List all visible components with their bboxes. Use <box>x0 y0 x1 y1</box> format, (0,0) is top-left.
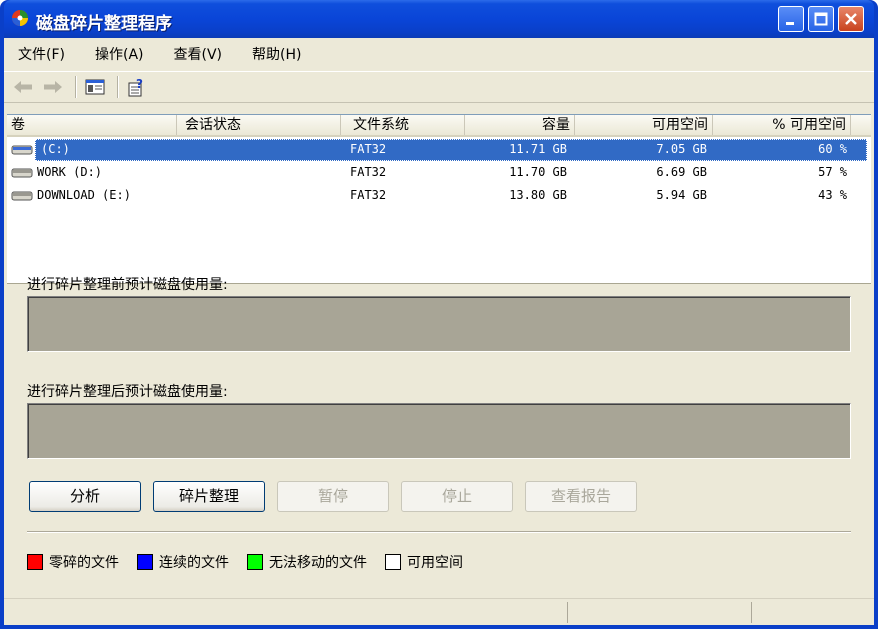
after-defrag-usage-graph <box>27 403 851 459</box>
window-title: 磁盘碎片整理程序 <box>36 14 172 34</box>
fragmented-swatch <box>27 554 43 570</box>
table-row[interactable]: WORK (D:) FAT32 11.70 GB 6.69 GB 57 % <box>7 162 867 184</box>
column-header-capacity[interactable]: 容量 <box>465 115 575 135</box>
forward-button[interactable] <box>40 75 66 99</box>
percent-free-value: 57 % <box>818 165 847 179</box>
legend-label: 可用空间 <box>407 555 463 571</box>
hard-drive-icon <box>11 145 33 155</box>
status-pane <box>567 602 568 623</box>
before-defrag-usage-graph <box>27 296 851 352</box>
legend-item-free-space: 可用空间 <box>385 552 463 572</box>
toolbar-separator <box>75 76 77 98</box>
console-tree-icon <box>85 79 105 95</box>
maximize-icon <box>814 12 828 26</box>
free-space-value: 7.05 GB <box>656 142 707 156</box>
free-space-value: 5.94 GB <box>656 188 707 202</box>
free-space-swatch <box>385 554 401 570</box>
title-bar[interactable]: 磁盘碎片整理程序 <box>4 0 874 38</box>
help-button[interactable]: ? <box>124 75 150 99</box>
minimize-icon <box>786 22 794 25</box>
defrag-window: 磁盘碎片整理程序 文件(F) 操作(A) 查看(V) 帮助(H) ? 卷 会话状… <box>0 0 878 629</box>
table-row[interactable]: DOWNLOAD (E:) FAT32 13.80 GB 5.94 GB 43 … <box>7 185 867 207</box>
close-button[interactable] <box>838 6 864 32</box>
toolbar-separator <box>117 76 119 98</box>
column-header-session-status[interactable]: 会话状态 <box>177 115 341 135</box>
divider <box>27 531 851 533</box>
minimize-button[interactable] <box>778 6 804 32</box>
stop-button[interactable]: 停止 <box>401 481 513 512</box>
menu-view[interactable]: 查看(V) <box>166 44 231 64</box>
volume-name: WORK (D:) <box>37 165 103 179</box>
capacity-value: 11.71 GB <box>509 142 567 156</box>
pause-button[interactable]: 暂停 <box>277 481 389 512</box>
legend: 零碎的文件 连续的文件 无法移动的文件 可用空间 <box>27 552 481 572</box>
forward-arrow-icon <box>44 81 62 93</box>
help-properties-icon: ? <box>128 77 143 97</box>
menu-file[interactable]: 文件(F) <box>10 44 73 64</box>
client-area: 文件(F) 操作(A) 查看(V) 帮助(H) ? 卷 会话状态 文件系统 容量… <box>4 38 874 625</box>
menu-help[interactable]: 帮助(H) <box>244 44 309 64</box>
column-header-percent-free[interactable]: % 可用空间 <box>713 115 851 135</box>
selection-highlight <box>35 139 867 161</box>
file-system-value: FAT32 <box>350 165 387 179</box>
unmovable-swatch <box>247 554 263 570</box>
column-header-file-system[interactable]: 文件系统 <box>341 115 465 135</box>
volume-name: (C:) <box>41 142 70 156</box>
table-row[interactable]: (C:) FAT32 11.71 GB 7.05 GB 60 % <box>7 139 867 161</box>
before-defrag-label: 进行碎片整理前预计磁盘使用量: <box>27 277 228 293</box>
legend-item-fragmented: 零碎的文件 <box>27 552 119 572</box>
percent-free-value: 43 % <box>818 188 847 202</box>
file-system-value: FAT32 <box>350 142 387 156</box>
free-space-value: 6.69 GB <box>656 165 707 179</box>
list-header: 卷 会话状态 文件系统 容量 可用空间 % 可用空间 <box>7 115 871 137</box>
contiguous-swatch <box>137 554 153 570</box>
hard-drive-icon <box>11 191 33 201</box>
show-hide-console-tree-button[interactable] <box>82 75 108 99</box>
legend-item-contiguous: 连续的文件 <box>137 552 229 572</box>
capacity-value: 11.70 GB <box>509 165 567 179</box>
menu-bar: 文件(F) 操作(A) 查看(V) 帮助(H) <box>4 38 874 70</box>
volume-name: DOWNLOAD (E:) <box>37 188 131 202</box>
after-defrag-label: 进行碎片整理后预计磁盘使用量: <box>27 384 228 400</box>
legend-label: 无法移动的文件 <box>269 555 367 571</box>
toolbar: ? <box>4 71 874 103</box>
status-bar <box>4 598 874 625</box>
close-icon <box>845 13 857 25</box>
menu-action[interactable]: 操作(A) <box>87 44 152 64</box>
legend-item-unmovable: 无法移动的文件 <box>247 552 367 572</box>
analyze-button[interactable]: 分析 <box>29 481 141 512</box>
maximize-button[interactable] <box>808 6 834 32</box>
column-header-free-space[interactable]: 可用空间 <box>575 115 713 135</box>
capacity-value: 13.80 GB <box>509 188 567 202</box>
hard-drive-icon <box>11 168 33 178</box>
legend-label: 零碎的文件 <box>49 555 119 571</box>
column-header-volume[interactable]: 卷 <box>7 115 177 135</box>
percent-free-value: 60 % <box>818 142 847 156</box>
back-arrow-icon <box>14 81 32 93</box>
legend-label: 连续的文件 <box>159 555 229 571</box>
defragment-button[interactable]: 碎片整理 <box>153 481 265 512</box>
back-button[interactable] <box>10 75 36 99</box>
svg-text:?: ? <box>136 77 143 91</box>
view-report-button[interactable]: 查看报告 <box>525 481 637 512</box>
status-pane <box>751 602 752 623</box>
volume-list[interactable]: 卷 会话状态 文件系统 容量 可用空间 % 可用空间 (C:) FAT32 11… <box>7 114 871 284</box>
defrag-app-icon <box>12 10 28 26</box>
file-system-value: FAT32 <box>350 188 387 202</box>
